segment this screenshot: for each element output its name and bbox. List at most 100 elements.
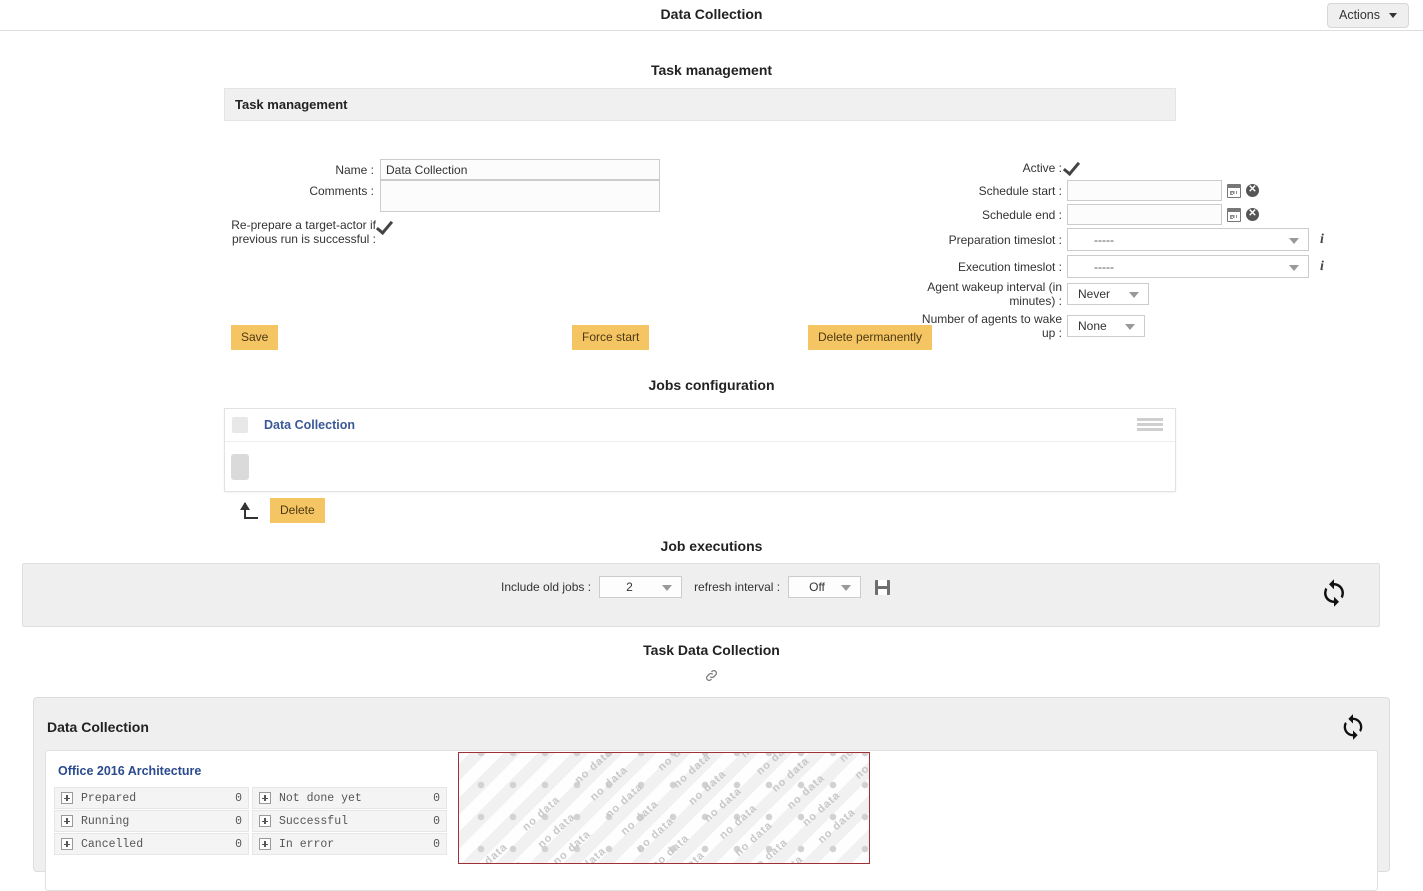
- schedule-start-calendar-icon[interactable]: [1227, 184, 1241, 198]
- execution-timeslot-select[interactable]: -----: [1067, 255, 1309, 278]
- jobs-row-label[interactable]: Data Collection: [264, 418, 355, 432]
- refresh-interval-select[interactable]: Off: [788, 576, 861, 598]
- floppy-disk-save-icon[interactable]: [875, 580, 890, 595]
- agent-wakeup-label-line2: minutes) :: [742, 294, 1062, 308]
- preparation-timeslot-field-group: Preparation timeslot : ----- i: [742, 228, 1324, 251]
- name-label: Name :: [224, 159, 374, 177]
- schedule-start-clear-icon[interactable]: ✕: [1246, 184, 1259, 197]
- drag-handle-icon[interactable]: [1137, 418, 1163, 432]
- chevron-down-icon: [1125, 324, 1135, 330]
- job-executions-panel: Include old jobs : 2 refresh interval : …: [22, 563, 1380, 627]
- status-value: 0: [433, 792, 440, 805]
- execution-timeslot-info-icon[interactable]: i: [1320, 259, 1324, 275]
- task-data-collection-section-title: Task Data Collection: [0, 642, 1423, 658]
- reprepare-field-group: Re-prepare a target-actor if previous ru…: [224, 218, 395, 246]
- status-row[interactable]: Running 0: [54, 810, 249, 832]
- status-row[interactable]: Not done yet 0: [252, 787, 447, 809]
- agent-wakeup-select[interactable]: Never: [1067, 283, 1149, 305]
- jobs-configuration-list: Data Collection: [224, 408, 1176, 492]
- reprepare-label-line2: previous run is successful :: [224, 232, 376, 246]
- active-label: Active :: [742, 161, 1062, 175]
- task-management-form: Name : Comments : Re-prepare a target-ac…: [224, 121, 1176, 321]
- preparation-timeslot-select[interactable]: -----: [1067, 228, 1309, 251]
- reprepare-checkmark-icon[interactable]: [377, 218, 395, 236]
- chevron-down-icon: [1129, 292, 1139, 298]
- link-chain-icon[interactable]: [704, 672, 719, 686]
- status-label: Running: [81, 815, 235, 828]
- jobs-empty-row-checkbox[interactable]: [231, 454, 249, 480]
- status-columns: Prepared 0 Running 0 Cancelled 0 Not d: [54, 787, 447, 856]
- jobs-list-row[interactable]: Data Collection: [225, 409, 1175, 442]
- force-start-button[interactable]: Force start: [572, 325, 649, 350]
- status-label: Successful: [279, 815, 433, 828]
- status-row[interactable]: Prepared 0: [54, 787, 249, 809]
- preparation-timeslot-info-icon[interactable]: i: [1320, 232, 1324, 248]
- agent-wakeup-label-line1: Agent wakeup interval (in: [742, 280, 1062, 294]
- data-collection-panel: Data Collection Office 2016 Architecture…: [33, 697, 1390, 872]
- schedule-end-label: Schedule end :: [742, 208, 1062, 222]
- expand-plus-icon[interactable]: [259, 838, 271, 850]
- status-row[interactable]: In error 0: [252, 833, 447, 855]
- top-bar: Data Collection Actions: [0, 0, 1423, 31]
- agents-to-wake-field-group: Number of agents to wake up : None: [742, 312, 1145, 340]
- name-input[interactable]: [380, 159, 660, 180]
- expand-plus-icon[interactable]: [61, 792, 73, 804]
- task-management-panel-header: Task management: [224, 88, 1176, 121]
- jobs-toolbar: Delete: [238, 498, 325, 523]
- schedule-start-field-group: Schedule start : ✕: [742, 180, 1259, 201]
- chevron-down-icon: [662, 585, 672, 591]
- status-label: Cancelled: [81, 838, 235, 851]
- status-value: 0: [235, 838, 242, 851]
- expand-plus-icon[interactable]: [61, 815, 73, 827]
- actions-button-label: Actions: [1339, 8, 1380, 22]
- data-collection-content: Office 2016 Architecture Prepared 0 Runn…: [45, 750, 1378, 891]
- jobs-configuration-section-title: Jobs configuration: [0, 377, 1423, 393]
- status-row[interactable]: Successful 0: [252, 810, 447, 832]
- preparation-timeslot-label: Preparation timeslot :: [742, 233, 1062, 247]
- jobs-delete-button[interactable]: Delete: [270, 498, 325, 523]
- schedule-end-clear-icon[interactable]: ✕: [1246, 208, 1259, 221]
- schedule-end-calendar-icon[interactable]: [1227, 208, 1241, 222]
- task-data-collection-link-wrap: [0, 668, 1423, 686]
- execution-timeslot-field-group: Execution timeslot : ----- i: [742, 255, 1324, 278]
- expand-plus-icon[interactable]: [259, 792, 271, 804]
- data-collection-panel-title: Data Collection: [47, 719, 149, 735]
- actions-button[interactable]: Actions: [1327, 3, 1409, 28]
- status-value: 0: [433, 815, 440, 828]
- chevron-down-icon: [1289, 265, 1299, 271]
- active-field-group: Active :: [742, 159, 1082, 177]
- chevron-down-icon: [1389, 13, 1397, 18]
- reprepare-label: Re-prepare a target-actor if previous ru…: [224, 218, 376, 246]
- refresh-interval-label: refresh interval :: [694, 580, 780, 594]
- architecture-title: Office 2016 Architecture: [58, 764, 201, 778]
- comments-textarea[interactable]: [380, 180, 660, 212]
- agents-to-wake-select[interactable]: None: [1067, 315, 1145, 337]
- job-executions-refresh-icon[interactable]: [1319, 578, 1349, 611]
- status-value: 0: [433, 838, 440, 851]
- status-label: In error: [279, 838, 433, 851]
- jobs-list-empty-row[interactable]: [225, 442, 1175, 491]
- active-checkmark-icon[interactable]: [1064, 159, 1082, 177]
- status-row[interactable]: Cancelled 0: [54, 833, 249, 855]
- comments-label: Comments :: [224, 180, 374, 198]
- move-up-level-icon[interactable]: [238, 501, 260, 521]
- status-label: Prepared: [81, 792, 235, 805]
- agent-wakeup-field-group: Agent wakeup interval (in minutes) : Nev…: [742, 280, 1149, 308]
- preparation-timeslot-value: -----: [1094, 233, 1114, 247]
- schedule-end-input[interactable]: [1067, 204, 1222, 225]
- expand-plus-icon[interactable]: [259, 815, 271, 827]
- save-button[interactable]: Save: [231, 325, 278, 350]
- expand-plus-icon[interactable]: [61, 838, 73, 850]
- task-management-section-title: Task management: [0, 62, 1423, 78]
- name-field-group: Name :: [224, 159, 660, 180]
- jobs-row-checkbox[interactable]: [232, 417, 248, 433]
- job-executions-controls: Include old jobs : 2 refresh interval : …: [501, 576, 890, 598]
- delete-permanently-button[interactable]: Delete permanently: [808, 325, 932, 350]
- agents-to-wake-value: None: [1078, 319, 1107, 333]
- data-collection-refresh-icon[interactable]: [1339, 713, 1367, 744]
- include-old-jobs-select[interactable]: 2: [599, 576, 682, 598]
- execution-timeslot-value: -----: [1094, 260, 1114, 274]
- job-executions-section-title: Job executions: [0, 538, 1423, 554]
- status-column-left: Prepared 0 Running 0 Cancelled 0: [54, 787, 249, 856]
- schedule-start-input[interactable]: [1067, 180, 1222, 201]
